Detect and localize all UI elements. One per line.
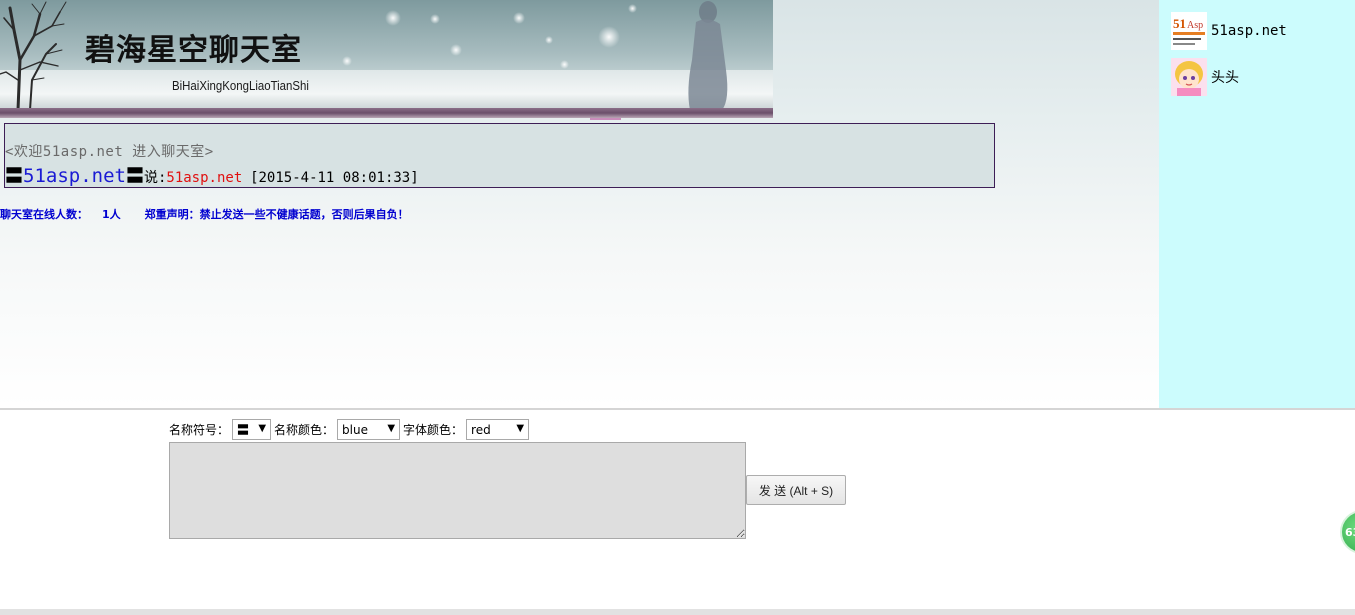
banner-subtitle: BiHaiXingKongLiaoTianShi bbox=[172, 78, 309, 93]
online-count: 1人 bbox=[102, 208, 121, 221]
name-color-label: 名称颜色： bbox=[274, 423, 335, 437]
banner-title: 碧海星空聊天室 bbox=[85, 33, 302, 68]
bare-tree-illustration bbox=[0, 1, 67, 110]
name-symbol: 〓 bbox=[5, 166, 23, 187]
banner-snow-ground bbox=[0, 70, 773, 110]
snow-sparkle bbox=[450, 44, 462, 56]
chat-room-banner: 碧海星空聊天室 BiHaiXingKongLiaoTianShi bbox=[0, 0, 773, 118]
name-symbol-label: 名称符号： bbox=[169, 423, 230, 437]
dropdown-arrow-icon: ▼ bbox=[387, 423, 396, 434]
bottom-bar bbox=[0, 609, 1355, 615]
dropdown-arrow-icon: ▼ bbox=[258, 423, 267, 434]
font-color-select[interactable]: red ▼ bbox=[466, 419, 530, 440]
snow-sparkle bbox=[560, 60, 569, 69]
user-item[interactable]: 51 Asp 51asp.net bbox=[1171, 12, 1287, 50]
welcome-message: <欢迎51asp.net 进入聊天室> bbox=[5, 144, 214, 160]
name-color-select[interactable]: blue ▼ bbox=[337, 419, 401, 440]
message-text: 51asp.net bbox=[166, 170, 243, 186]
standing-figure-silhouette bbox=[688, 1, 728, 110]
room-status-line: 聊天室在线人数： 1人 郑重声明：禁止发送一些不健康话题，否则后果自负！ bbox=[0, 206, 409, 222]
name-symbol-value: 〓 bbox=[237, 423, 250, 437]
sender-name[interactable]: 51asp.net bbox=[23, 165, 126, 187]
chat-message: 〓51asp.net〓说:51asp.net [2015-4-11 08:01:… bbox=[5, 162, 419, 188]
font-color-label: 字体颜色： bbox=[403, 423, 464, 437]
snow-sparkle bbox=[342, 56, 352, 66]
logo-51asp-icon: 51 Asp bbox=[1171, 12, 1207, 50]
font-color-value: red bbox=[471, 422, 491, 437]
user-item[interactable]: 头头 bbox=[1171, 58, 1239, 96]
snow-sparkle bbox=[545, 36, 553, 44]
floating-counter-badge[interactable]: 63 bbox=[1340, 510, 1355, 554]
message-verb: 说: bbox=[143, 170, 167, 186]
send-button[interactable]: 发 送 (Alt + S) bbox=[746, 475, 846, 505]
online-count-label: 聊天室在线人数： bbox=[0, 208, 88, 221]
banner-tab-marker bbox=[590, 118, 621, 120]
chat-message-box: <欢迎51asp.net 进入聊天室> 〓51asp.net〓说:51asp.n… bbox=[4, 123, 995, 188]
room-notice: 郑重声明：禁止发送一些不健康话题，否则后果自负！ bbox=[144, 208, 409, 221]
name-symbol: 〓 bbox=[125, 166, 144, 187]
user-name: 51asp.net bbox=[1211, 23, 1287, 39]
user-name: 头头 bbox=[1211, 70, 1239, 86]
cartoon-girl-icon bbox=[1171, 58, 1207, 96]
name-symbol-select[interactable]: 〓 ▼ bbox=[232, 419, 272, 440]
section-divider bbox=[0, 408, 1355, 410]
online-user-list: 51 Asp 51asp.net 头头 bbox=[1159, 0, 1355, 408]
message-input[interactable] bbox=[169, 442, 746, 539]
name-color-value: blue bbox=[342, 422, 368, 437]
snow-sparkle bbox=[628, 4, 637, 13]
banner-bottom-strip bbox=[0, 108, 773, 118]
snow-sparkle bbox=[513, 12, 525, 24]
snow-sparkle bbox=[385, 10, 401, 26]
svg-text:51: 51 bbox=[1173, 16, 1186, 31]
chat-display-area: 碧海星空聊天室 BiHaiXingKongLiaoTianShi <欢迎51as… bbox=[0, 0, 1159, 408]
snow-sparkle bbox=[430, 14, 440, 24]
message-timestamp: [2015-4-11 08:01:33] bbox=[250, 170, 419, 186]
snow-sparkle bbox=[598, 26, 620, 48]
message-options-bar: 名称符号： 〓 ▼ 名称颜色： blue ▼ 字体颜色： red ▼ bbox=[169, 419, 532, 440]
svg-text:Asp: Asp bbox=[1187, 20, 1203, 31]
dropdown-arrow-icon: ▼ bbox=[516, 423, 525, 434]
